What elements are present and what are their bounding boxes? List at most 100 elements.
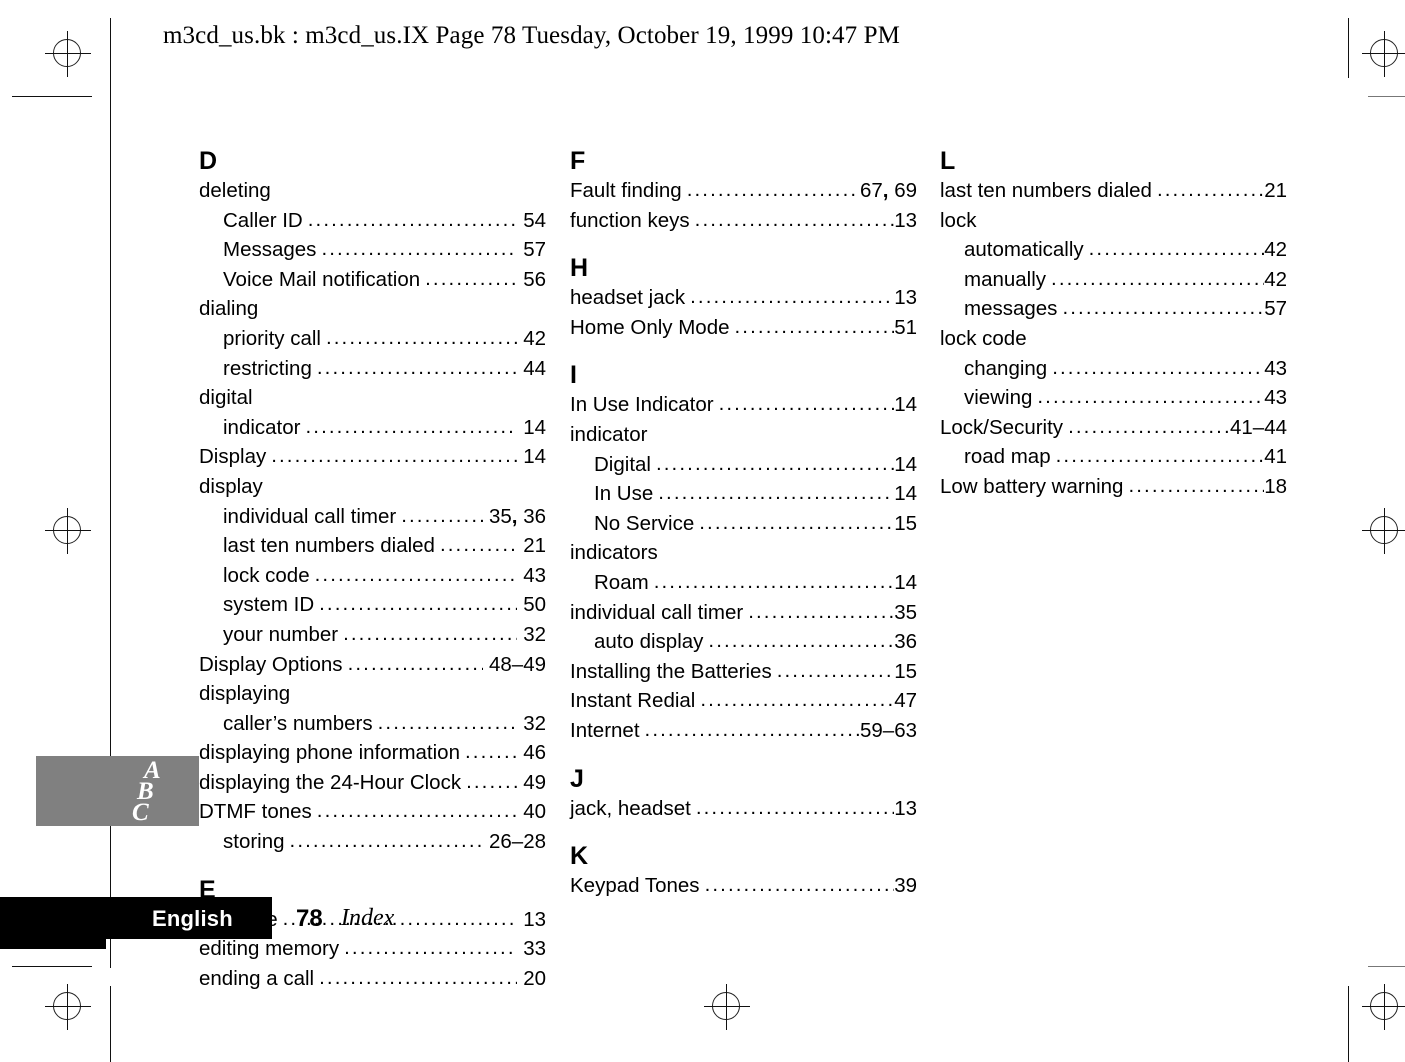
index-leader-dots: ........................................… — [708, 629, 894, 653]
index-entry-text: Digital — [594, 452, 651, 476]
index-subentry: messages................................… — [940, 294, 1287, 324]
registration-hline — [1362, 1006, 1405, 1007]
index-subentry: lock code...............................… — [199, 561, 546, 591]
trim-line-right — [1348, 18, 1349, 78]
index-leader-dots: ........................................… — [401, 503, 483, 527]
index-leader-dots: ........................................… — [1052, 355, 1264, 379]
index-entry-text: Voice Mail notification — [223, 267, 421, 291]
index-leader-dots: ........................................… — [321, 237, 518, 261]
index-entry: displaying the 24-Hour Clock............… — [199, 768, 546, 798]
index-entry-page: 41–44 — [1229, 415, 1287, 439]
index-entry-page: 35, 36 — [488, 504, 546, 528]
index-entry-text: function keys — [570, 208, 690, 232]
trim-line-page-left — [110, 78, 111, 968]
index-entry-text: headset jack — [570, 286, 686, 310]
registration-vline — [1384, 31, 1385, 77]
index-entry-page: 14 — [894, 452, 917, 476]
index-entry-text: road map — [964, 445, 1051, 469]
index-leader-dots: ........................................… — [319, 965, 518, 989]
index-entry: Instant Redial..........................… — [570, 686, 917, 716]
index-entry-text: restricting — [223, 356, 312, 380]
trim-line-right-lower — [1348, 986, 1349, 1062]
file-header-line: m3cd_us.bk : m3cd_us.IX Page 78 Tuesday,… — [163, 22, 900, 49]
index-entry-page: 54 — [523, 208, 546, 232]
index-entry-text: Instant Redial — [570, 689, 696, 713]
index-entry-text: jack, headset — [570, 796, 691, 820]
index-entry: digital.................................… — [199, 383, 546, 413]
index-leader-dots: ........................................… — [464, 740, 517, 764]
registration-vline — [1384, 508, 1385, 554]
index-entry: deleting................................… — [199, 176, 546, 206]
registration-mark-bottom-right — [1362, 984, 1405, 1030]
index-leader-dots: ........................................… — [644, 717, 860, 741]
index-entry: indicator...............................… — [570, 420, 917, 450]
index-leader-dots: ........................................… — [695, 795, 895, 819]
index-entry-text: DTMF tones — [199, 800, 312, 824]
index-entry-text: displaying the 24-Hour Clock — [199, 770, 462, 794]
index-entry-page: 43 — [523, 563, 546, 587]
index-subentry: Digital.................................… — [570, 450, 917, 480]
index-column-3: Llast ten numbers dialed................… — [940, 146, 1287, 502]
index-entry-text: priority call — [223, 326, 321, 350]
index-leader-dots: ........................................… — [425, 266, 518, 290]
index-entry-text: viewing — [964, 386, 1033, 410]
index-subentry: Messages................................… — [199, 235, 546, 265]
index-leader-dots: ........................................… — [307, 207, 518, 231]
index-entry-page: 67, 69 — [859, 179, 917, 202]
index-entry-text: individual call timer — [223, 504, 397, 528]
index-section-letter: I — [570, 361, 577, 390]
abc-thumb-tab: A B C — [36, 756, 199, 826]
index-entry-page: 18 — [1264, 474, 1287, 498]
registration-mark-bottom-left — [45, 984, 91, 1030]
index-entry-page: 35 — [894, 600, 917, 624]
index-entry-text: your number — [223, 622, 339, 646]
index-leader-dots: ........................................… — [347, 651, 483, 675]
index-entry: Low battery warning.....................… — [940, 472, 1287, 502]
index-leader-dots: ........................................… — [314, 562, 518, 586]
index-entry-text: dialing — [199, 297, 259, 321]
index-subentry: caller’s numbers........................… — [199, 709, 546, 739]
index-subentry: last ten numbers dialed.................… — [199, 531, 546, 561]
index-entry-text: In Use — [594, 482, 654, 506]
index-entry: Internet................................… — [570, 716, 917, 746]
index-leader-dots: ........................................… — [343, 621, 517, 645]
index-section-letter: F — [570, 147, 586, 175]
index-entry-page: 20 — [523, 966, 546, 990]
index-entry-page: 46 — [523, 741, 546, 765]
trim-line-left — [110, 18, 111, 78]
index-section-letter: H — [570, 254, 589, 283]
index-entry-page: 41 — [1264, 445, 1287, 469]
index-entry-text: Roam — [594, 570, 649, 594]
trim-line-left-lower — [110, 986, 111, 1062]
index-entry-text: deleting — [199, 179, 271, 202]
index-entry: In Use Indicator........................… — [570, 390, 917, 420]
index-entry-text: changing — [964, 356, 1048, 380]
index-entry-page: 14 — [894, 482, 917, 506]
index-subentry: In Use..................................… — [570, 479, 917, 509]
registration-hline — [704, 1006, 750, 1007]
index-entry-text: system ID — [223, 593, 315, 617]
index-subentry: automatically...........................… — [940, 235, 1287, 265]
index-entry-text: indicator — [570, 422, 648, 446]
index-entry: lock code...............................… — [940, 324, 1287, 354]
index-entry-text: Internet — [570, 718, 640, 742]
index-leader-dots: ........................................… — [776, 658, 894, 682]
index-subentry: No Service..............................… — [570, 509, 917, 539]
index-subentry: system ID...............................… — [199, 590, 546, 620]
registration-vline — [726, 984, 727, 1030]
index-leader-dots: ........................................… — [686, 178, 860, 201]
index-entry-text: Low battery warning — [940, 474, 1124, 498]
index-entry-page: 59–63 — [859, 718, 917, 742]
index-subentry: changing................................… — [940, 354, 1287, 384]
index-entry-text: display — [199, 474, 263, 498]
index-entry-page: 42 — [1264, 267, 1287, 291]
index-leader-dots: ........................................… — [704, 873, 895, 897]
index-subentry: road map................................… — [940, 442, 1287, 472]
index-entry-page: 13 — [894, 208, 917, 232]
footer-language-label: English — [152, 906, 233, 931]
index-leader-dots: ........................................… — [748, 599, 894, 623]
index-subentry: manually................................… — [940, 265, 1287, 295]
index-entry: DTMF tones..............................… — [199, 797, 546, 827]
registration-mark-middle-left — [45, 508, 91, 554]
index-entry-page: 33 — [523, 937, 546, 961]
